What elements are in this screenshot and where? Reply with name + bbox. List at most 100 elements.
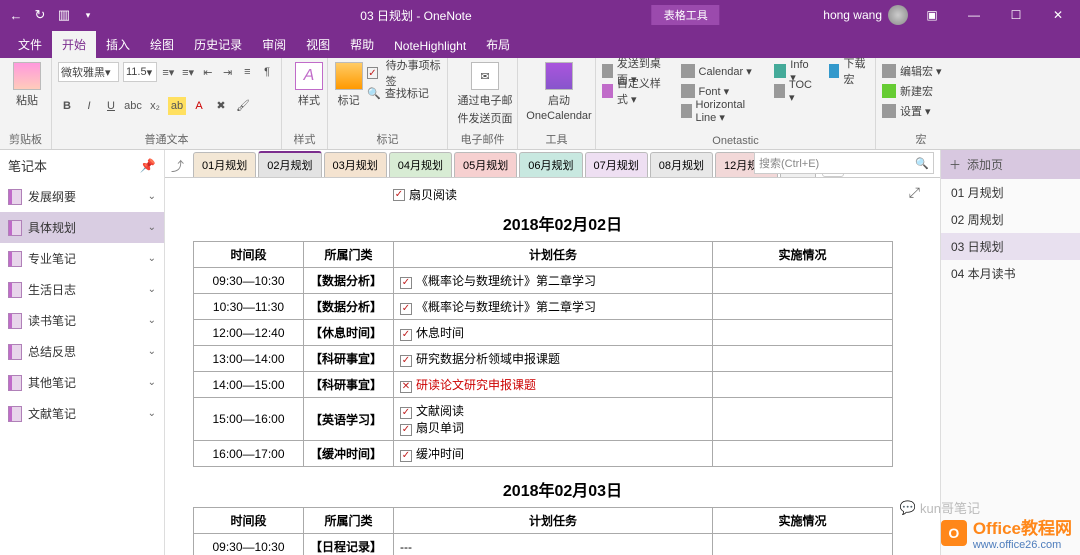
notebook-item[interactable]: 发展纲要⌄ xyxy=(0,181,164,212)
notebook-item[interactable]: 读书笔记⌄ xyxy=(0,305,164,336)
maximize-button[interactable]: ☐ xyxy=(998,0,1034,30)
outdent-icon[interactable]: ⇤ xyxy=(200,63,216,81)
tab-help[interactable]: 帮助 xyxy=(340,31,384,58)
tags-button[interactable]: 标记 xyxy=(334,62,363,108)
section-tab[interactable]: 02月规划 xyxy=(258,151,321,177)
tab-review[interactable]: 审阅 xyxy=(252,31,296,58)
font-menu[interactable]: Font ▾ xyxy=(681,82,760,100)
hline-menu[interactable]: Horizontal Line ▾ xyxy=(681,102,760,120)
tab-history[interactable]: 历史记录 xyxy=(184,31,252,58)
custom-styles-button[interactable]: 自定义样式 ▾ xyxy=(602,82,667,100)
tab-file[interactable]: 文件 xyxy=(8,31,52,58)
table-row[interactable]: 09:30—10:30【数据分析】《概率论与数理统计》第二章学习 xyxy=(194,268,893,294)
section-tab[interactable]: 07月规划 xyxy=(585,152,648,177)
calendar-menu[interactable]: Calendar ▾ xyxy=(681,62,760,80)
section-tabs: ⤴ 01月规划02月规划03月规划04月规划05月规划06月规划07月规划08月… xyxy=(165,150,940,178)
numbering-icon[interactable]: ≡▾ xyxy=(180,63,196,81)
section-tab[interactable]: 05月规划 xyxy=(454,152,517,177)
email-page-button[interactable]: ✉ 通过电子邮 件发送页面 xyxy=(454,62,516,126)
page-body[interactable]: ⤢ 扇贝阅读 2018年02月02日 时间段 所属门类 计划任务 实施情况 09… xyxy=(165,178,940,555)
nav-arrow-icon[interactable]: ⤴ xyxy=(171,156,184,175)
paste-button[interactable]: 粘贴 xyxy=(6,62,48,108)
table-row[interactable]: 16:00—17:00【缓冲时间】缓冲时间 xyxy=(194,441,893,467)
group-tags-label: 标记 xyxy=(334,131,441,147)
notebook-item[interactable]: 具体规划⌄ xyxy=(0,212,164,243)
checkbox-icon[interactable] xyxy=(400,329,412,341)
close-button[interactable]: ✕ xyxy=(1040,0,1076,30)
styles-button[interactable]: A 样式 xyxy=(288,62,330,108)
checkbox-icon[interactable] xyxy=(400,407,412,419)
section-tab[interactable]: 06月规划 xyxy=(519,152,582,177)
page-list-item[interactable]: 02 周规划 xyxy=(941,206,1080,233)
page-list-item[interactable]: 04 本月读书 xyxy=(941,260,1080,287)
checkbox-icon[interactable] xyxy=(400,381,412,393)
tab-draw[interactable]: 绘图 xyxy=(140,31,184,58)
page-list-item[interactable]: 01 月规划 xyxy=(941,179,1080,206)
notebook-item[interactable]: 文献笔记⌄ xyxy=(0,398,164,429)
checkbox-icon[interactable] xyxy=(400,303,412,315)
find-tags-button[interactable]: 🔍查找标记 xyxy=(367,84,441,102)
th-cat2: 所属门类 xyxy=(304,508,394,534)
section-tab[interactable]: 03月规划 xyxy=(324,152,387,177)
notebook-item[interactable]: 其他笔记⌄ xyxy=(0,367,164,398)
bold-button[interactable]: B xyxy=(58,97,76,115)
minimize-button[interactable]: — xyxy=(956,0,992,30)
align-icon[interactable]: ≡ xyxy=(240,63,256,81)
settings-button[interactable]: 设置 ▾ xyxy=(882,102,960,120)
section-tab[interactable]: 04月规划 xyxy=(389,152,452,177)
section-tab[interactable]: 01月规划 xyxy=(193,152,256,177)
ribbon-display-icon[interactable]: ▣ xyxy=(914,0,950,30)
notebook-item[interactable]: 生活日志⌄ xyxy=(0,274,164,305)
avatar[interactable] xyxy=(888,5,908,25)
checkbox-icon[interactable] xyxy=(400,355,412,367)
font-size-select[interactable]: 11.5 ▾ xyxy=(123,62,157,82)
tab-notehighlight[interactable]: NoteHighlight xyxy=(384,34,476,58)
font-name-select[interactable]: 微软雅黑 ▾ xyxy=(58,62,119,82)
subscript-button[interactable]: x₂ xyxy=(146,97,164,115)
page-list-item[interactable]: 03 日规划 xyxy=(941,233,1080,260)
table-row[interactable]: 13:00—14:00【科研事宜】研究数据分析领域申报课题 xyxy=(194,346,893,372)
checkbox-icon[interactable] xyxy=(400,424,412,436)
italic-button[interactable]: I xyxy=(80,97,98,115)
edit-macro-button[interactable]: 编辑宏 ▾ xyxy=(882,62,960,80)
dock-icon[interactable]: ▥ xyxy=(56,7,72,23)
tab-insert[interactable]: 插入 xyxy=(96,31,140,58)
undo-icon[interactable]: ↻ xyxy=(32,7,48,23)
notebook-item[interactable]: 专业笔记⌄ xyxy=(0,243,164,274)
highlight-button[interactable]: ab xyxy=(168,97,186,115)
expand-icon[interactable]: ⤢ xyxy=(909,184,920,201)
table-row[interactable]: 14:00—15:00【科研事宜】研读论文研究申报课题 xyxy=(194,372,893,398)
underline-button[interactable]: U xyxy=(102,97,120,115)
back-icon[interactable]: ← xyxy=(8,7,24,23)
table-row[interactable]: 12:00—12:40【休息时间】休息时间 xyxy=(194,320,893,346)
toc-menu[interactable]: TOC ▾ xyxy=(774,82,815,100)
download-macro-button[interactable]: 下载宏 xyxy=(829,62,869,80)
paragraph-icon[interactable]: ¶ xyxy=(259,63,275,81)
clear-format-button[interactable]: ✖ xyxy=(212,97,230,115)
table-row[interactable]: 10:30—11:30【数据分析】《概率论与数理统计》第二章学习 xyxy=(194,294,893,320)
onecalendar-button[interactable]: 启动 OneCalendar xyxy=(524,62,594,122)
checkbox-icon[interactable] xyxy=(400,450,412,462)
section-tab[interactable]: 08月规划 xyxy=(650,152,713,177)
checkbox-icon[interactable] xyxy=(400,277,412,289)
table-row[interactable]: 15:00—16:00【英语学习】文献阅读扇贝单词 xyxy=(194,398,893,441)
pin-icon[interactable]: 📌 xyxy=(140,158,156,174)
checkbox-icon[interactable] xyxy=(393,189,405,201)
table-row[interactable]: 09:30—10:30【日程记录】--- xyxy=(194,534,893,555)
tab-layout[interactable]: 布局 xyxy=(476,31,520,58)
format-painter-button[interactable]: 🖌 xyxy=(234,97,252,115)
tab-view[interactable]: 视图 xyxy=(296,31,340,58)
titlebar-more-icon[interactable]: ▾ xyxy=(80,7,96,23)
font-color-button[interactable]: A xyxy=(190,97,208,115)
new-macro-button[interactable]: 新建宏 xyxy=(882,82,960,100)
info-menu[interactable]: Info ▾ xyxy=(774,62,815,80)
user-name[interactable]: hong wang xyxy=(823,8,882,22)
tab-home[interactable]: 开始 xyxy=(52,31,96,58)
add-page-button[interactable]: ＋添加页 xyxy=(941,150,1080,179)
todo-tag-button[interactable]: 待办事项标签 xyxy=(367,64,441,82)
bullets-icon[interactable]: ≡▾ xyxy=(161,63,177,81)
search-input[interactable]: 搜索(Ctrl+E) 🔍 xyxy=(754,152,934,174)
indent-icon[interactable]: ⇥ xyxy=(220,63,236,81)
notebook-item[interactable]: 总结反思⌄ xyxy=(0,336,164,367)
strike-button[interactable]: abc xyxy=(124,97,142,115)
